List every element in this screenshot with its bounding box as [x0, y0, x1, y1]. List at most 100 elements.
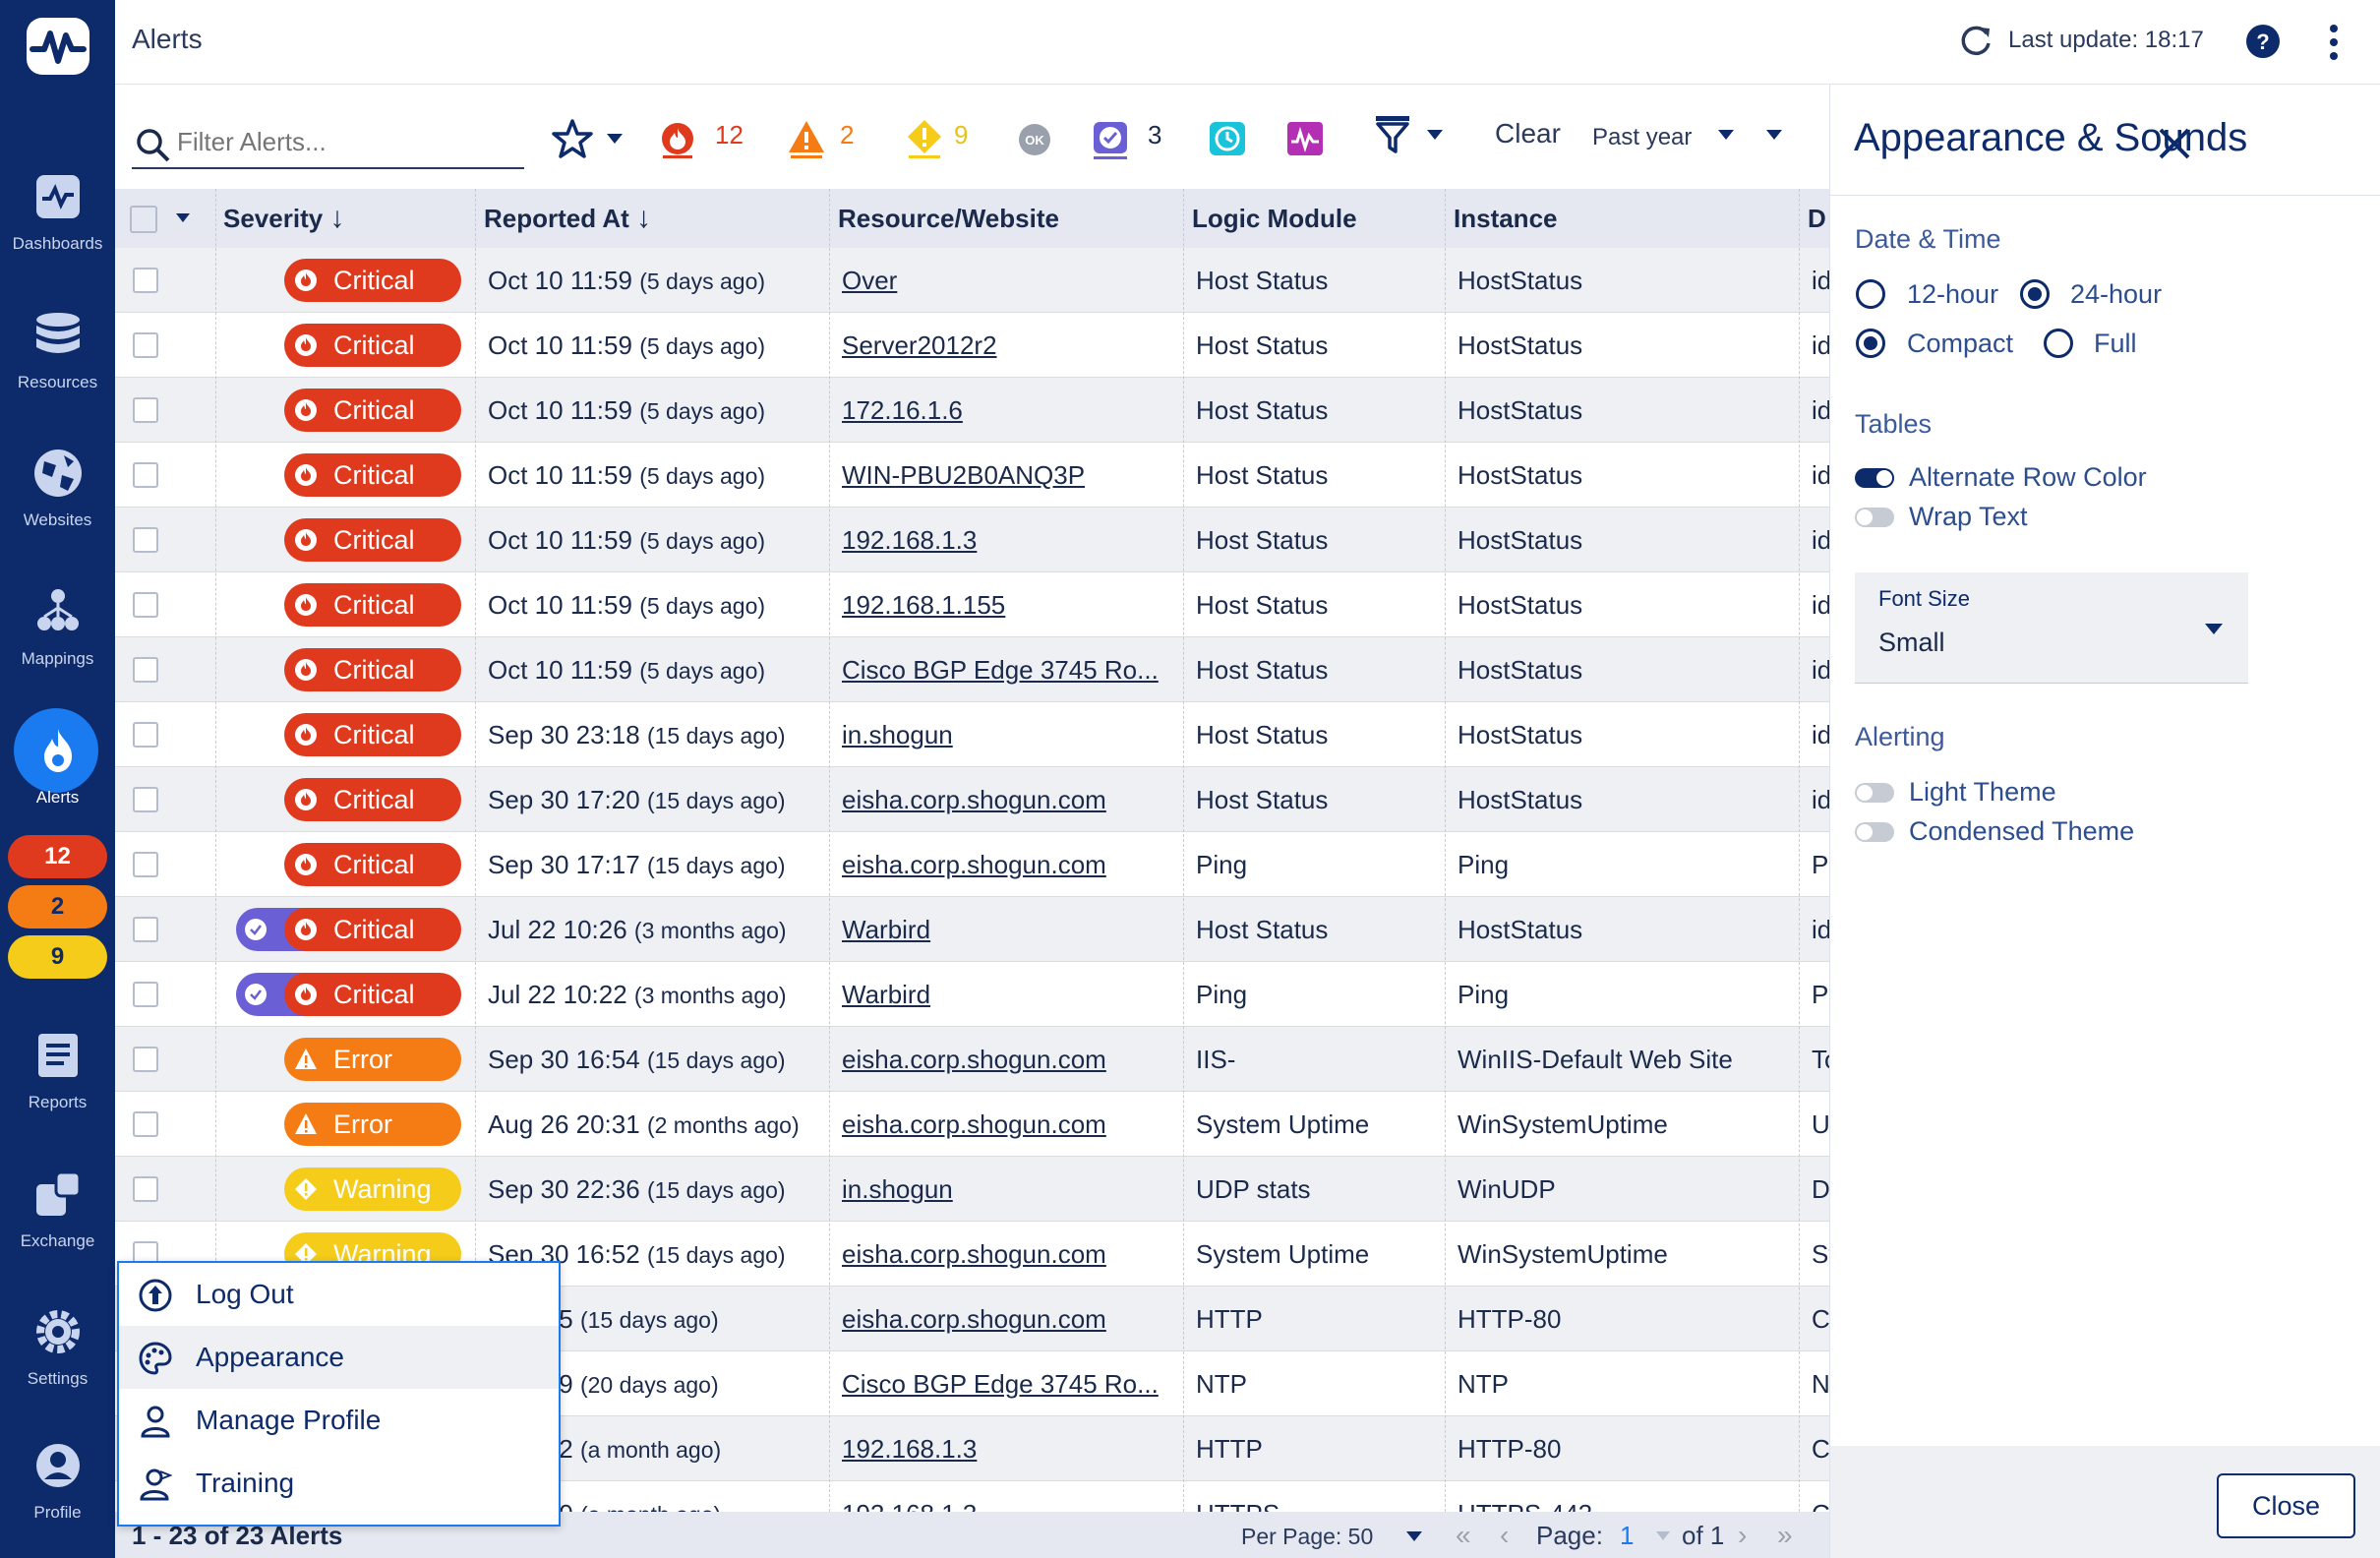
row-checkbox[interactable]: [133, 332, 158, 358]
resource-link[interactable]: 192.168.1.3: [842, 1481, 1176, 1512]
row-checkbox[interactable]: [133, 527, 158, 553]
resource-link[interactable]: 192.168.1.3: [842, 508, 1176, 572]
row-checkbox[interactable]: [133, 657, 158, 683]
nav-dashboards[interactable]: Dashboards: [0, 169, 115, 254]
nav-warning-count[interactable]: 9: [8, 935, 107, 979]
table-row[interactable]: Critical Jul 22 10:22 (3 months ago) Warbi…: [115, 962, 1829, 1027]
row-checkbox[interactable]: [133, 1047, 158, 1072]
column-header-severity[interactable]: Severity ↓: [223, 189, 344, 248]
per-page-select[interactable]: Per Page: 50: [1241, 1524, 1373, 1550]
table-row[interactable]: Critical Oct 10 11:59 (5 days ago) Cisco B…: [115, 637, 1829, 702]
filter-alerts-input[interactable]: [177, 122, 511, 161]
nav-exchange[interactable]: Exchange: [0, 1167, 115, 1251]
first-page-icon[interactable]: «: [1456, 1520, 1471, 1551]
warning-filter-count[interactable]: 9: [954, 120, 968, 150]
refresh-icon[interactable]: [1957, 22, 1994, 59]
chevron-down-icon[interactable]: [607, 134, 623, 144]
page-number-input[interactable]: 1: [1620, 1521, 1634, 1551]
chevron-down-icon[interactable]: [1406, 1531, 1422, 1541]
row-checkbox[interactable]: [133, 397, 158, 423]
radio-24-hour[interactable]: [2020, 279, 2050, 309]
table-row[interactable]: Critical Sep 30 17:20 (15 days ago) eisha.…: [115, 767, 1829, 832]
row-checkbox[interactable]: [133, 1111, 158, 1137]
anomaly-filter-icon[interactable]: [1285, 120, 1325, 159]
resource-link[interactable]: eisha.corp.shogun.com: [842, 1287, 1176, 1351]
help-icon[interactable]: ?: [2245, 24, 2281, 59]
chevron-down-icon[interactable]: [1766, 130, 1782, 140]
resource-link[interactable]: Server2012r2: [842, 313, 1176, 378]
nav-resources[interactable]: Resources: [0, 308, 115, 392]
resource-link[interactable]: 192.168.1.155: [842, 572, 1176, 637]
last-page-icon[interactable]: »: [1777, 1520, 1793, 1551]
close-icon[interactable]: [2157, 126, 2192, 161]
menu-item-appearance[interactable]: Appearance: [119, 1326, 559, 1389]
resource-link[interactable]: 172.16.1.6: [842, 378, 1176, 443]
critical-filter-icon[interactable]: [659, 120, 696, 159]
row-checkbox[interactable]: [133, 722, 158, 748]
row-checkbox[interactable]: [133, 592, 158, 618]
resource-link[interactable]: Over: [842, 248, 1176, 313]
resource-link[interactable]: 192.168.1.3: [842, 1416, 1176, 1481]
row-checkbox[interactable]: [133, 852, 158, 877]
row-checkbox[interactable]: [133, 462, 158, 488]
column-header-datapoint[interactable]: D: [1808, 189, 1829, 248]
table-row[interactable]: Critical Oct 10 11:59 (5 days ago) 192.168…: [115, 508, 1829, 572]
chevron-down-icon[interactable]: [1718, 130, 1734, 140]
resource-link[interactable]: eisha.corp.shogun.com: [842, 832, 1176, 897]
resource-link[interactable]: WIN-PBU2B0ANQ3P: [842, 443, 1176, 508]
radio-full[interactable]: [2044, 329, 2073, 358]
nav-alerts[interactable]: Alerts: [0, 723, 115, 808]
nav-reports[interactable]: Reports: [0, 1028, 115, 1112]
menu-item-manage-profile[interactable]: Manage Profile: [119, 1389, 559, 1452]
table-row[interactable]: Warning Sep 30 22:36 (15 days ago) in.shog…: [115, 1157, 1829, 1222]
previous-page-icon[interactable]: ‹: [1500, 1520, 1509, 1551]
resource-link[interactable]: Warbird: [842, 897, 1176, 962]
clear-filters-button[interactable]: Clear: [1495, 118, 1561, 150]
row-checkbox[interactable]: [133, 1176, 158, 1202]
resource-link[interactable]: eisha.corp.shogun.com: [842, 1222, 1176, 1287]
alternate-row-color-toggle[interactable]: [1855, 468, 1894, 488]
row-checkbox[interactable]: [133, 787, 158, 812]
table-row[interactable]: Critical Oct 10 11:59 (5 days ago) Over Hos…: [115, 248, 1829, 313]
more-options-icon[interactable]: [2328, 24, 2340, 61]
table-row[interactable]: Critical Jul 22 10:26 (3 months ago) Warbi…: [115, 897, 1829, 962]
radio-12-hour[interactable]: [1856, 279, 1885, 309]
close-button[interactable]: Close: [2217, 1473, 2355, 1538]
next-page-icon[interactable]: ›: [1738, 1520, 1747, 1551]
error-filter-count[interactable]: 2: [840, 120, 854, 150]
time-range-select[interactable]: Past year: [1592, 124, 1692, 151]
select-all-checkbox[interactable]: [130, 206, 157, 233]
chevron-down-icon[interactable]: [176, 213, 190, 222]
font-size-select[interactable]: Font Size Small: [1855, 572, 2248, 684]
wrap-text-toggle[interactable]: [1855, 508, 1894, 527]
resource-link[interactable]: eisha.corp.shogun.com: [842, 1092, 1176, 1157]
chevron-down-icon[interactable]: [1656, 1531, 1670, 1540]
chevron-down-icon[interactable]: [1427, 130, 1443, 140]
menu-item-training[interactable]: Training: [119, 1452, 559, 1515]
row-checkbox[interactable]: [133, 917, 158, 942]
acknowledged-filter-icon[interactable]: [1092, 120, 1131, 159]
column-header-resource[interactable]: Resource/Website: [838, 189, 1059, 248]
nav-mappings[interactable]: Mappings: [0, 584, 115, 669]
table-row[interactable]: Critical Oct 10 11:59 (5 days ago) WIN-PBU…: [115, 443, 1829, 508]
row-checkbox[interactable]: [133, 982, 158, 1007]
condensed-theme-toggle[interactable]: [1855, 822, 1894, 842]
warning-filter-icon[interactable]: [905, 118, 944, 159]
logo-icon[interactable]: [25, 16, 91, 77]
resource-link[interactable]: Cisco BGP Edge 3745 Ro...: [842, 1351, 1176, 1416]
resource-link[interactable]: eisha.corp.shogun.com: [842, 767, 1176, 832]
acknowledged-filter-count[interactable]: 3: [1148, 120, 1161, 150]
column-header-instance[interactable]: Instance: [1454, 189, 1558, 248]
scheduled-downtime-filter-icon[interactable]: [1208, 120, 1247, 159]
radio-compact[interactable]: [1856, 329, 1885, 358]
table-row[interactable]: Critical Sep 30 23:18 (15 days ago) in.sho…: [115, 702, 1829, 767]
nav-settings[interactable]: Settings: [0, 1304, 115, 1389]
star-icon[interactable]: [552, 118, 593, 159]
table-row[interactable]: Error Sep 30 16:54 (15 days ago) eisha.cor…: [115, 1027, 1829, 1092]
menu-item-log-out[interactable]: Log Out: [119, 1263, 559, 1326]
nav-profile[interactable]: Profile: [0, 1438, 115, 1523]
table-row[interactable]: Error Aug 26 20:31 (2 months ago) eisha.co…: [115, 1092, 1829, 1157]
critical-filter-count[interactable]: 12: [715, 120, 744, 150]
nav-websites[interactable]: Websites: [0, 446, 115, 530]
error-filter-icon[interactable]: [787, 118, 826, 159]
